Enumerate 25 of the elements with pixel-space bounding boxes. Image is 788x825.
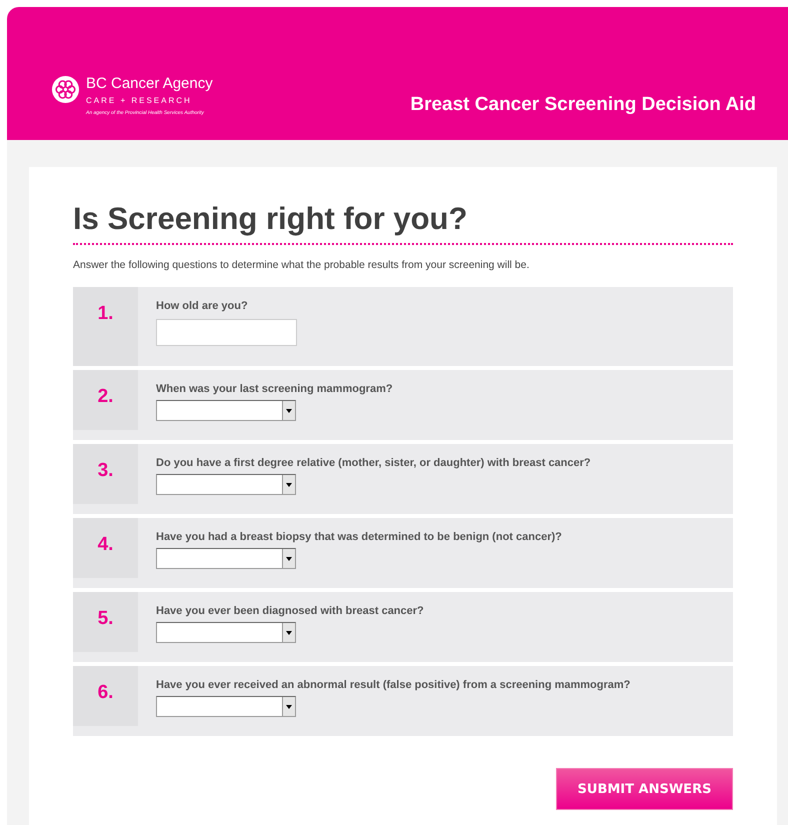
question-number: 3. <box>98 460 114 482</box>
logo-name: BC Cancer Agency <box>86 75 213 93</box>
logo-tagline: CARE + RESEARCH <box>86 96 193 105</box>
answer-dropdown[interactable] <box>156 400 296 421</box>
intro-text: Answer the following questions to determine what the probable results from your screening will be. <box>73 259 530 271</box>
question-number: 6. <box>98 682 114 704</box>
page-heading: Is Screening right for you? <box>73 201 733 245</box>
site-title: Breast Cancer Screening Decision Aid <box>410 94 756 116</box>
question-number: 1. <box>98 303 114 325</box>
answer-dropdown[interactable] <box>156 622 296 643</box>
question-label: When was your last screening mammogram? <box>156 383 393 395</box>
answer-dropdown[interactable] <box>156 474 296 495</box>
flower-logo-icon <box>51 75 80 104</box>
question-number: 2. <box>98 386 114 408</box>
question-label: Have you ever been diagnosed with breast cancer? <box>156 605 424 617</box>
question-label: Have you ever received an abnormal result (false positive) from a screening mammogram? <box>156 679 630 691</box>
answer-dropdown[interactable] <box>156 548 296 569</box>
question-number: 5. <box>98 608 114 630</box>
age-input[interactable] <box>156 319 297 346</box>
submit-button[interactable]: SUBMIT ANSWERS <box>556 768 733 810</box>
question-label: Have you had a breast biopsy that was determined to be benign (not cancer)? <box>156 531 562 543</box>
question-number: 4. <box>98 534 114 556</box>
question-label: How old are you? <box>156 300 249 312</box>
answer-dropdown[interactable] <box>156 696 296 717</box>
question-label: Do you have a first degree relative (mother, sister, or daughter) with breast cancer? <box>156 457 591 469</box>
